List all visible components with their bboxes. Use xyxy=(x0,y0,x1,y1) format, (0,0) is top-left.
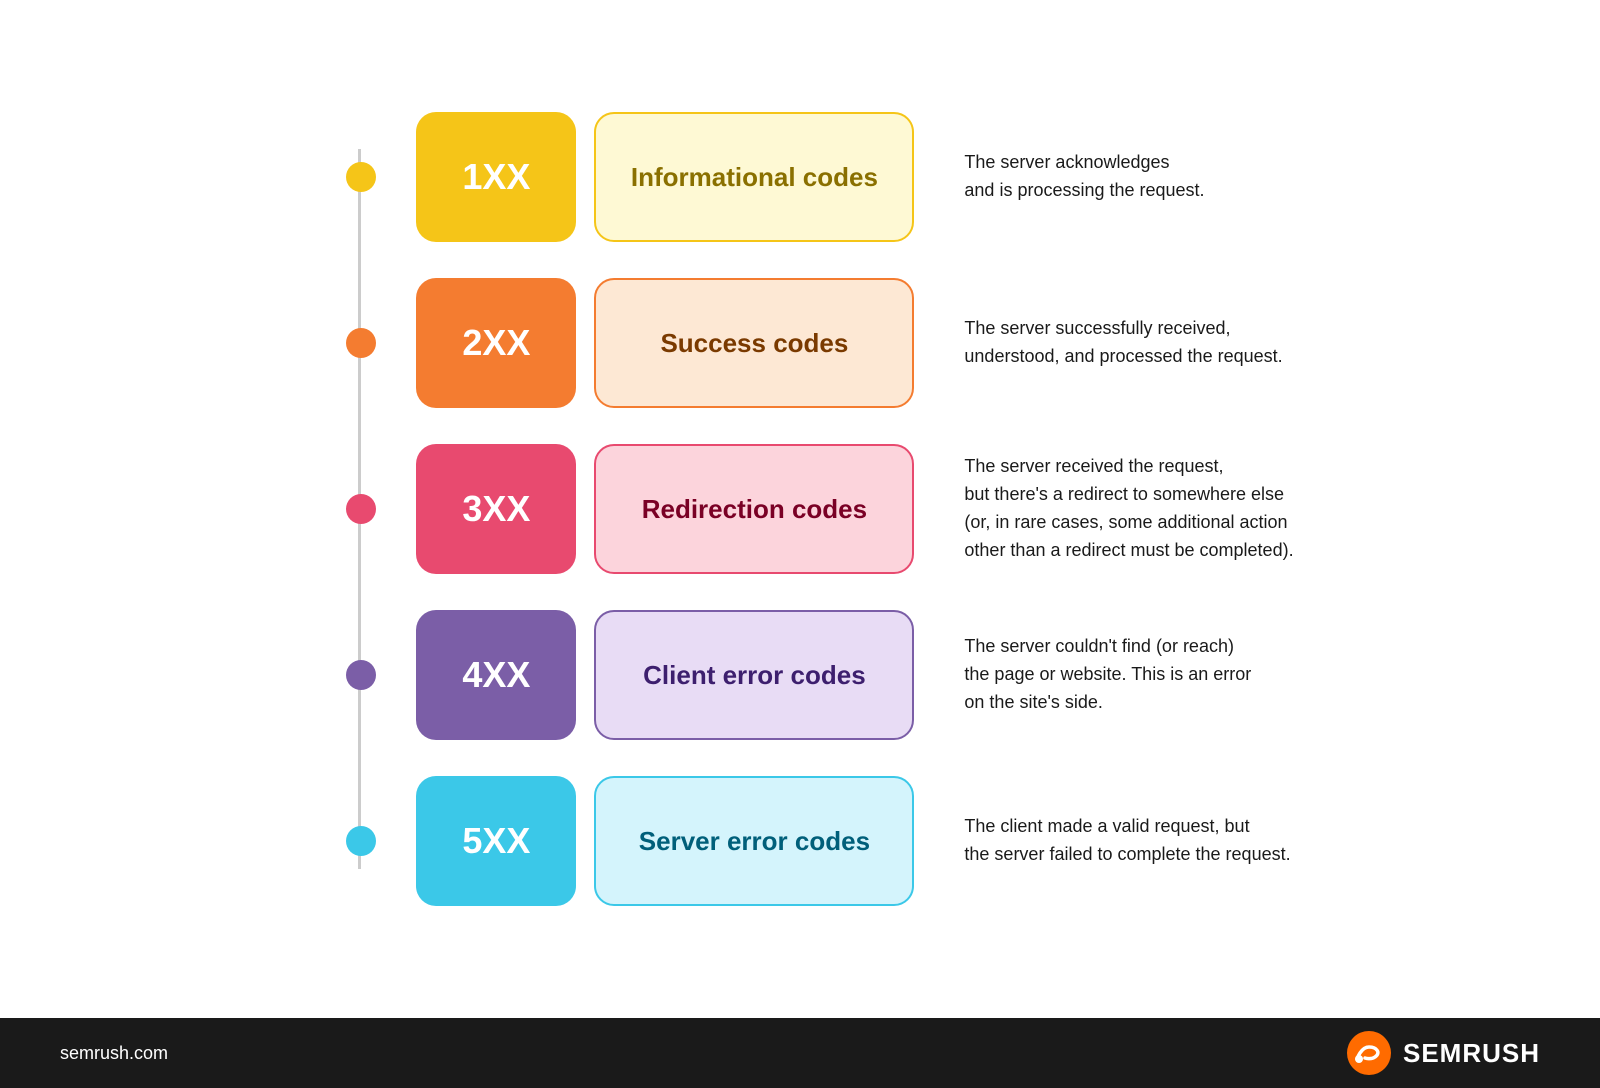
semrush-icon xyxy=(1347,1031,1391,1075)
dot-col-3 xyxy=(306,494,416,524)
row-1xx: 1XX Informational codes The server ackno… xyxy=(306,94,1204,260)
dot-4xx xyxy=(346,660,376,690)
code-box-4xx: 4XX xyxy=(416,610,576,740)
label-box-2xx: Success codes xyxy=(594,278,914,408)
code-box-2xx: 2XX xyxy=(416,278,576,408)
description-1xx: The server acknowledgesand is processing… xyxy=(964,149,1204,205)
code-box-5xx: 5XX xyxy=(416,776,576,906)
label-box-3xx: Redirection codes xyxy=(594,444,914,574)
code-box-1xx: 1XX xyxy=(416,112,576,242)
description-5xx: The client made a valid request, butthe … xyxy=(964,813,1290,869)
dot-5xx xyxy=(346,826,376,856)
dot-col-4 xyxy=(306,660,416,690)
semrush-brand-text: SEMRUSH xyxy=(1403,1038,1540,1069)
dot-col-1 xyxy=(306,162,416,192)
code-box-3xx: 3XX xyxy=(416,444,576,574)
row-5xx: 5XX Server error codes The client made a… xyxy=(306,758,1290,924)
dot-2xx xyxy=(346,328,376,358)
main-content: 1XX Informational codes The server ackno… xyxy=(0,0,1600,1018)
description-2xx: The server successfully received,underst… xyxy=(964,315,1282,371)
footer: semrush.com SEMRUSH xyxy=(0,1018,1600,1088)
dot-col-5 xyxy=(306,826,416,856)
row-2xx: 2XX Success codes The server successfull… xyxy=(306,260,1282,426)
dot-1xx xyxy=(346,162,376,192)
timeline-container: 1XX Informational codes The server ackno… xyxy=(306,94,1293,924)
description-3xx: The server received the request,but ther… xyxy=(964,453,1293,565)
row-4xx: 4XX Client error codes The server couldn… xyxy=(306,592,1251,758)
label-box-1xx: Informational codes xyxy=(594,112,914,242)
label-box-5xx: Server error codes xyxy=(594,776,914,906)
description-4xx: The server couldn't find (or reach)the p… xyxy=(964,633,1251,717)
dot-3xx xyxy=(346,494,376,524)
row-3xx: 3XX Redirection codes The server receive… xyxy=(306,426,1293,592)
footer-url: semrush.com xyxy=(60,1043,168,1064)
label-box-4xx: Client error codes xyxy=(594,610,914,740)
dot-col-2 xyxy=(306,328,416,358)
semrush-logo: SEMRUSH xyxy=(1347,1031,1540,1075)
